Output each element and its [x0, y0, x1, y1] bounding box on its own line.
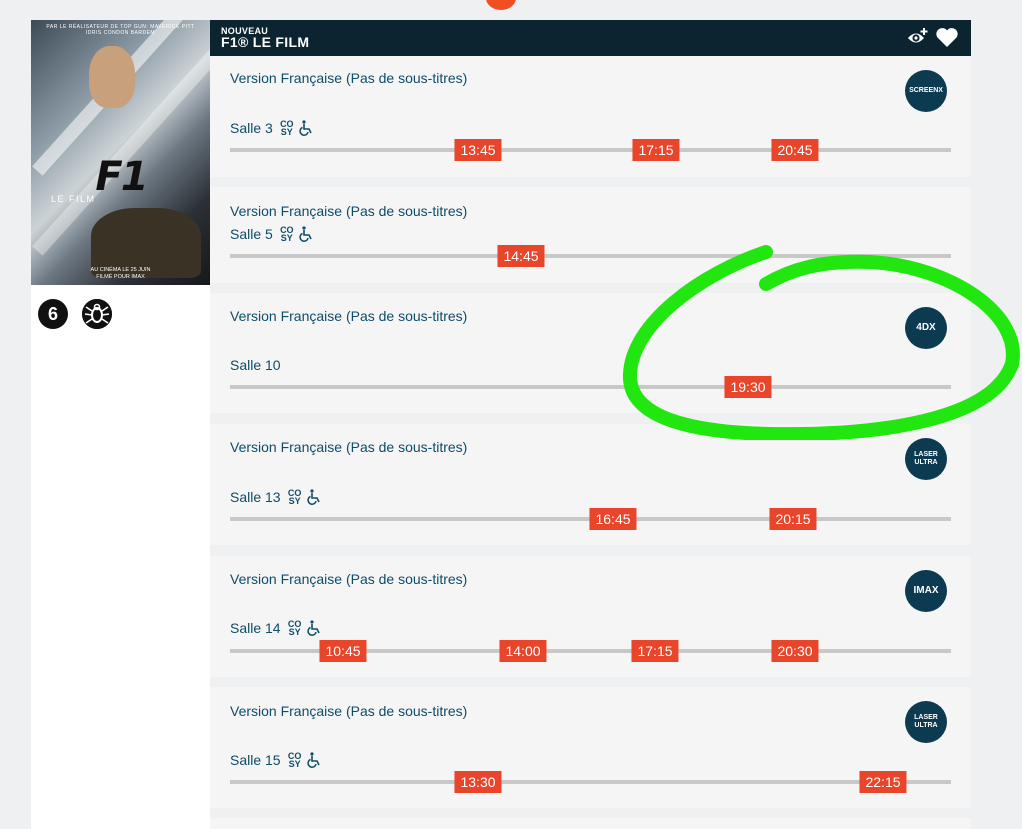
movie-poster[interactable]: PAR LE RÉALISATEUR DE TOP GUN: MAVERICK …: [31, 20, 210, 285]
cosy-icon: CO SY: [287, 619, 302, 637]
salle-info: Salle 3 CO SY: [230, 119, 314, 137]
showtime-button[interactable]: 20:45: [771, 139, 819, 161]
poster-cast-line: PAR LE RÉALISATEUR DE TOP GUN: MAVERICK …: [46, 24, 195, 36]
poster-imax-line: FILMÉ POUR IMAX: [96, 274, 145, 280]
movie-title[interactable]: F1® LE FILM: [221, 34, 309, 50]
salle-info: Salle 14 CO SY: [230, 619, 322, 637]
timeline-track: [230, 385, 951, 389]
classification-badges: 6: [38, 299, 112, 329]
salle-label: Salle 3: [230, 120, 273, 136]
showtime-button[interactable]: 20:30: [771, 640, 819, 662]
salle-info: Salle 5 CO SY: [230, 225, 314, 243]
format-logo-text: SCREENX: [909, 87, 943, 94]
salle-label: Salle 13: [230, 489, 281, 505]
salle-label: Salle 15: [230, 752, 281, 768]
version-label: Version Française (Pas de sous-titres): [230, 203, 468, 219]
showtime-button[interactable]: 14:00: [499, 640, 547, 662]
poster-subtitle: LE FILM: [51, 194, 96, 204]
timeline-track: [230, 254, 951, 258]
accessibility-icons: CO SY: [287, 619, 322, 637]
showtime-button[interactable]: 20:15: [769, 508, 817, 530]
showing-card: [210, 818, 971, 829]
wheelchair-icon: [299, 226, 312, 242]
version-label: Version Française (Pas de sous-titres): [230, 70, 468, 86]
showtime-button[interactable]: 22:15: [859, 771, 907, 793]
showtime-button[interactable]: 13:45: [454, 139, 502, 161]
salle-label: Salle 14: [230, 620, 281, 636]
format-logo-icon: 4DX: [905, 307, 947, 349]
poster-release-date: AU CINÉMA LE 25 JUIN: [90, 267, 151, 273]
salle-label: Salle 5: [230, 226, 273, 242]
accessibility-icons: CO SY: [287, 751, 322, 769]
salle-info: Salle 13 CO SY: [230, 488, 322, 506]
poster-release: AU CINÉMA LE 25 JUIN FILMÉ POUR IMAX: [31, 267, 210, 281]
accessibility-icons: CO SY: [279, 225, 314, 243]
showing-card: Version Française (Pas de sous-titres) Sa…: [210, 187, 971, 283]
format-logo-text: IMAX: [913, 585, 939, 596]
salle-info: Salle 10: [230, 357, 281, 373]
format-logo-icon: LASER ULTRA: [905, 438, 947, 480]
showtime-button[interactable]: 19:30: [724, 376, 772, 398]
format-logo-text: 4DX: [916, 322, 936, 333]
movie-sidebar: PAR LE RÉALISATEUR DE TOP GUN: MAVERICK …: [31, 20, 210, 829]
cosy-icon: CO SY: [280, 225, 294, 243]
salle-info: Salle 15 CO SY: [230, 751, 322, 769]
version-label: Version Française (Pas de sous-titres): [230, 439, 468, 455]
showtime-button[interactable]: 14:45: [497, 245, 545, 267]
format-logo-text: LASER ULTRA: [914, 451, 938, 466]
showtime-button[interactable]: 16:45: [589, 508, 637, 530]
poster-actor-face: [89, 46, 135, 108]
showtime-button[interactable]: 17:15: [631, 640, 679, 662]
wheelchair-icon: [306, 620, 320, 636]
accessibility-icons: CO SY: [279, 119, 314, 137]
showing-card: Version Française (Pas de sous-titres) Sa…: [210, 424, 971, 545]
showing-card: Version Française (Pas de sous-titres) Sa…: [210, 56, 971, 177]
cosy-icon: CO SY: [287, 751, 302, 769]
accessibility-icons: CO SY: [287, 488, 322, 506]
version-label: Version Française (Pas de sous-titres): [230, 308, 468, 324]
format-logo-icon: LASER ULTRA: [905, 701, 947, 743]
eye-add-icon[interactable]: [907, 27, 929, 47]
version-label: Version Française (Pas de sous-titres): [230, 571, 468, 587]
showing-card: Version Française (Pas de sous-titres) Sa…: [210, 556, 971, 677]
salle-label: Salle 10: [230, 357, 281, 373]
wheelchair-icon: [306, 752, 320, 768]
movie-header: NOUVEAU F1® LE FILM: [210, 20, 971, 56]
poster-f1-logo: F1: [95, 154, 148, 200]
showing-card: Version Française (Pas de sous-titres) Sa…: [210, 687, 971, 808]
format-logo-icon: IMAX: [905, 570, 947, 612]
showing-card: Version Française (Pas de sous-titres) Sa…: [210, 293, 971, 413]
heart-icon[interactable]: [935, 26, 959, 48]
version-label: Version Française (Pas de sous-titres): [230, 703, 468, 719]
format-logo-text: LASER ULTRA: [914, 714, 938, 729]
showtime-button[interactable]: 10:45: [319, 640, 367, 662]
age-rating-badge: 6: [38, 299, 68, 329]
showtime-button[interactable]: 13:30: [454, 771, 502, 793]
timeline-track: [230, 148, 951, 152]
spider-icon: [82, 299, 112, 329]
timeline-track: [230, 780, 951, 784]
format-logo-icon: SCREENX: [905, 70, 947, 112]
wheelchair-icon: [299, 120, 312, 136]
cosy-icon: CO SY: [280, 119, 294, 137]
wheelchair-icon: [306, 489, 320, 505]
top-indicator-dot: [486, 0, 516, 10]
showtime-button[interactable]: 17:15: [632, 139, 680, 161]
cosy-icon: CO SY: [287, 488, 302, 506]
